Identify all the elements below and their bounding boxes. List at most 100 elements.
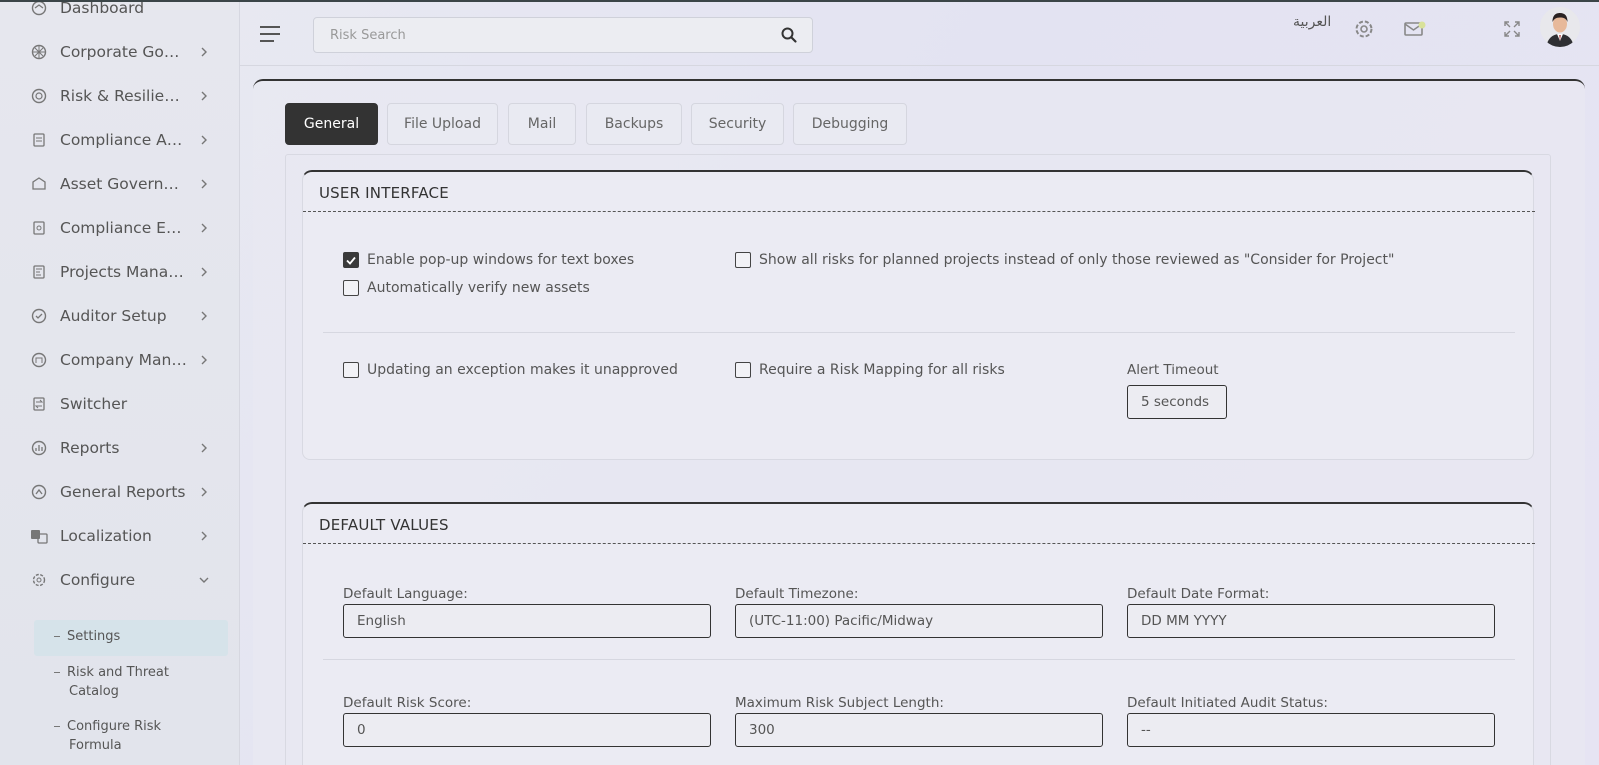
sidebar-item-corporate-governance[interactable]: Corporate Governance xyxy=(30,40,210,64)
asset-icon xyxy=(30,175,48,193)
risk-icon xyxy=(30,87,48,105)
tab-backups[interactable]: Backups xyxy=(586,103,682,145)
max-risk-subject-length-label: Maximum Risk Subject Length: xyxy=(735,695,944,711)
sidebar-subitem-label: Settings xyxy=(67,629,121,644)
sidebar-item-reports[interactable]: Reports xyxy=(30,436,210,460)
projects-icon xyxy=(30,263,48,281)
risk-mapping-checkbox[interactable] xyxy=(735,362,751,378)
sidebar-item-compliance-assessment[interactable]: Compliance Assessment xyxy=(30,128,210,152)
tab-mail[interactable]: Mail xyxy=(508,103,576,145)
default-language-select[interactable]: English xyxy=(343,604,711,638)
default-date-format-select[interactable]: DD MM YYYY xyxy=(1127,604,1495,638)
auto-verify-checkbox[interactable] xyxy=(343,280,359,296)
compliance-icon xyxy=(30,131,48,149)
checkbox-label: Require a Risk Mapping for all risks xyxy=(759,362,1005,378)
sidebar: Dashboard Corporate Governance Risk & Re… xyxy=(0,2,240,765)
sidebar-subitem-settings[interactable]: Settings xyxy=(54,627,120,646)
chevron-right-icon xyxy=(198,309,210,323)
switcher-icon xyxy=(30,395,48,413)
gear-icon[interactable] xyxy=(1352,17,1376,41)
chevron-right-icon xyxy=(198,221,210,235)
sidebar-item-asset-governance[interactable]: Asset Governance xyxy=(30,172,210,196)
chevron-right-icon xyxy=(198,265,210,279)
default-risk-score-label: Default Risk Score: xyxy=(343,695,472,711)
menu-toggle-icon[interactable] xyxy=(260,26,280,42)
sidebar-item-label: Compliance Assessment xyxy=(60,131,188,149)
sidebar-item-label: Asset Governance xyxy=(60,175,188,193)
governance-icon xyxy=(30,43,48,61)
default-audit-status-label: Default Initiated Audit Status: xyxy=(1127,695,1328,711)
sidebar-subitem-label: Risk and Threat xyxy=(67,665,169,680)
sidebar-subitem-configure-risk-formula[interactable]: Configure Risk Formula xyxy=(54,717,161,755)
search-icon[interactable] xyxy=(780,26,798,44)
sidebar-item-company-management[interactable]: Company Management xyxy=(30,348,210,372)
sidebar-subitem-risk-threat-catalog[interactable]: Risk and Threat Catalog xyxy=(54,663,169,701)
default-values-section: DEFAULT VALUES Default Language: English… xyxy=(302,502,1535,765)
checkbox-label: Updating an exception makes it unapprove… xyxy=(367,362,678,378)
chevron-right-icon xyxy=(198,177,210,191)
chevron-right-icon xyxy=(198,353,210,367)
checkbox-label: Automatically verify new assets xyxy=(367,280,590,296)
sidebar-item-localization[interactable]: Localization xyxy=(30,524,210,548)
gear-icon xyxy=(30,571,48,589)
fullscreen-icon[interactable] xyxy=(1500,17,1524,41)
chevron-right-icon xyxy=(198,529,210,543)
alert-timeout-label: Alert Timeout xyxy=(1127,362,1219,378)
section-title: USER INTERFACE xyxy=(319,184,449,202)
reports-icon xyxy=(30,439,48,457)
chevron-right-icon xyxy=(198,485,210,499)
sidebar-item-general-reports[interactable]: General Reports xyxy=(30,480,210,504)
chevron-right-icon xyxy=(198,45,210,59)
sidebar-item-label: Dashboard xyxy=(60,2,145,17)
chevron-right-icon xyxy=(198,133,210,147)
header-divider xyxy=(240,65,1599,66)
sidebar-item-label: Configure xyxy=(60,571,136,589)
sidebar-subitem-label-2: Catalog xyxy=(69,684,119,699)
tab-file-upload[interactable]: File Upload xyxy=(387,103,498,145)
chevron-down-icon xyxy=(198,573,210,587)
sidebar-item-dashboard[interactable]: Dashboard xyxy=(30,2,210,20)
search-input[interactable] xyxy=(314,18,754,52)
sidebar-item-projects-management[interactable]: Projects Management xyxy=(30,260,210,284)
default-risk-score-input[interactable]: 0 xyxy=(343,713,711,747)
sidebar-subitem-label-2: Formula xyxy=(69,738,122,753)
section-title: DEFAULT VALUES xyxy=(319,516,449,534)
checkbox-label: Enable pop-up windows for text boxes xyxy=(367,252,635,268)
sidebar-item-auditor-setup[interactable]: Auditor Setup xyxy=(30,304,210,328)
default-audit-status-select[interactable]: -- xyxy=(1127,713,1495,747)
evidence-icon xyxy=(30,219,48,237)
sidebar-item-label: Auditor Setup xyxy=(60,307,167,325)
company-icon xyxy=(30,351,48,369)
chevron-right-icon xyxy=(198,441,210,455)
popup-windows-option: Enable pop-up windows for text boxes xyxy=(343,252,634,268)
language-switch[interactable]: العربية xyxy=(1293,14,1331,30)
sidebar-item-switcher[interactable]: Switcher xyxy=(30,392,210,416)
tab-general[interactable]: General xyxy=(285,103,378,145)
avatar[interactable] xyxy=(1540,7,1580,47)
localization-icon xyxy=(30,527,48,545)
tab-debugging[interactable]: Debugging xyxy=(793,103,907,145)
sidebar-item-label: Corporate Governance xyxy=(60,43,188,61)
mail-icon[interactable] xyxy=(1403,17,1427,41)
show-all-risks-checkbox[interactable] xyxy=(735,252,751,268)
sidebar-item-label: Risk & Resilience xyxy=(60,87,188,105)
show-all-risks-option: Show all risks for planned projects inst… xyxy=(735,252,1394,268)
alert-timeout-select[interactable]: 5 seconds xyxy=(1127,385,1227,419)
default-timezone-label: Default Timezone: xyxy=(735,586,859,602)
sidebar-item-compliance-evidence[interactable]: Compliance Evidence xyxy=(30,216,210,240)
sidebar-item-configure[interactable]: Configure xyxy=(30,568,210,592)
chevron-right-icon xyxy=(198,89,210,103)
auditor-icon xyxy=(30,307,48,325)
risk-mapping-option: Require a Risk Mapping for all risks xyxy=(735,362,1005,378)
default-timezone-select[interactable]: (UTC-11:00) Pacific/Midway xyxy=(735,604,1103,638)
user-interface-section: USER INTERFACE Enable pop-up windows for… xyxy=(302,170,1535,460)
tab-security[interactable]: Security xyxy=(691,103,784,145)
dashboard-icon xyxy=(30,2,48,17)
exception-unapproved-checkbox[interactable] xyxy=(343,362,359,378)
popup-windows-checkbox[interactable] xyxy=(343,252,359,268)
checkbox-label: Show all risks for planned projects inst… xyxy=(759,252,1395,268)
sidebar-item-label: Compliance Evidence xyxy=(60,219,188,237)
auto-verify-option: Automatically verify new assets xyxy=(343,280,590,296)
sidebar-item-risk-resilience[interactable]: Risk & Resilience xyxy=(30,84,210,108)
max-risk-subject-length-input[interactable]: 300 xyxy=(735,713,1103,747)
